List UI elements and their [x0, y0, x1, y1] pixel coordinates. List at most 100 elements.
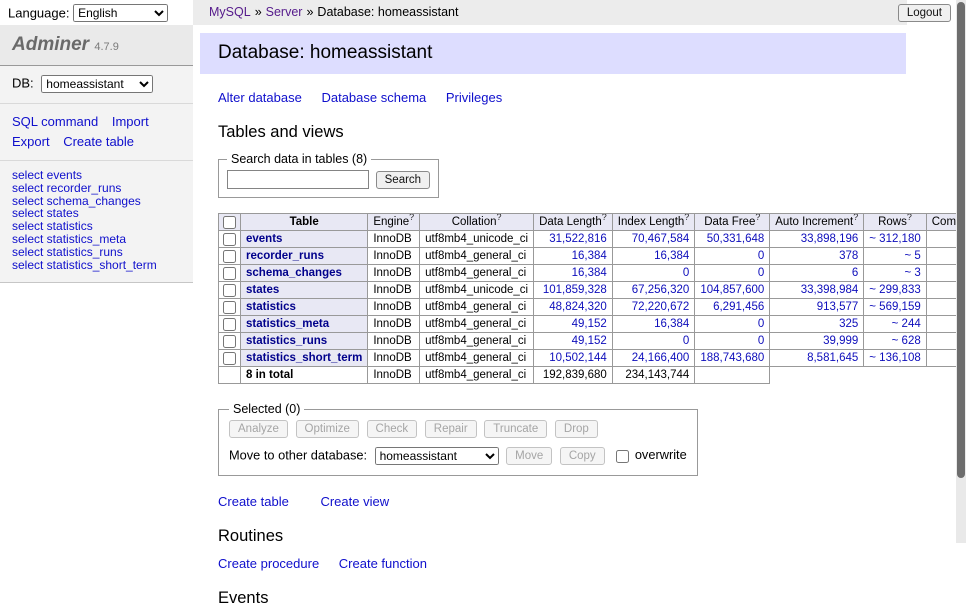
analyze-button[interactable]: Analyze [229, 420, 288, 438]
column-header-auto-increment: Auto Increment? [770, 214, 864, 231]
truncate-button[interactable]: Truncate [484, 420, 547, 438]
drop-button[interactable]: Drop [555, 420, 598, 438]
collation-cell: utf8mb4_general_ci [420, 316, 534, 333]
rows-count-link[interactable]: ~ 299,833 [869, 284, 920, 296]
column-help-link[interactable]: ? [853, 214, 858, 223]
row-checkbox[interactable] [223, 284, 236, 297]
row-checkbox[interactable] [223, 335, 236, 348]
select-all-checkbox[interactable] [223, 216, 236, 229]
table-link[interactable]: schema_changes [246, 267, 342, 279]
import-link[interactable]: Import [112, 114, 149, 129]
data-length-cell: 49,152 [534, 333, 613, 350]
rows-count-link[interactable]: ~ 569,159 [869, 301, 920, 313]
table-row: schema_changes InnoDB utf8mb4_general_ci… [219, 265, 966, 282]
column-help-link[interactable]: ? [409, 214, 414, 223]
column-help-link[interactable]: ? [907, 214, 912, 223]
scrollbar-thumb[interactable] [957, 2, 965, 478]
rows-count-link[interactable]: ~ 3 [904, 267, 920, 279]
app-title: Adminer 4.7.9 [0, 25, 193, 66]
table-link[interactable]: statistics_runs [246, 335, 327, 347]
row-checkbox[interactable] [223, 352, 236, 365]
row-checkbox[interactable] [223, 318, 236, 331]
move-database-select[interactable]: homeassistant [375, 447, 499, 465]
data-free-cell: 0 [695, 248, 770, 265]
alter-database-link[interactable]: Alter database [218, 90, 302, 105]
index-length-cell: 16,384 [612, 316, 695, 333]
language-select[interactable]: English [73, 4, 168, 22]
rows-count-link[interactable]: ~ 136,108 [869, 352, 920, 364]
optimize-button[interactable]: Optimize [296, 420, 359, 438]
scrollbar[interactable] [956, 0, 966, 543]
rows-count-link[interactable]: ~ 244 [892, 318, 921, 330]
row-checkbox[interactable] [223, 267, 236, 280]
engine-cell: InnoDB [368, 265, 420, 282]
create-links-row: Create table Create view [218, 494, 906, 509]
breadcrumb: MySQL»Server»Database: homeassistant [193, 0, 907, 25]
table-link[interactable]: statistics_short_term [246, 352, 362, 364]
table-link[interactable]: events [246, 233, 282, 245]
logout-button[interactable]: Logout [898, 4, 951, 22]
sidebar-item-select-recorder-runs[interactable]: select recorder_runs [12, 182, 181, 195]
table-row: recorder_runs InnoDB utf8mb4_general_ci … [219, 248, 966, 265]
search-input[interactable] [227, 170, 369, 189]
privileges-link[interactable]: Privileges [446, 90, 502, 105]
sidebar-item-select-statistics-runs[interactable]: select statistics_runs [12, 246, 181, 259]
column-help-link[interactable]: ? [755, 214, 760, 223]
index-length-cell: 67,256,320 [612, 282, 695, 299]
rows-count-cell: ~ 628 [864, 333, 926, 350]
row-checkbox[interactable] [223, 233, 236, 246]
rows-count-link[interactable]: ~ 312,180 [869, 233, 920, 245]
sql-command-link[interactable]: SQL command [12, 114, 98, 129]
total-engine-cell: InnoDB [368, 367, 420, 384]
table-total-row: 8 in total InnoDB utf8mb4_general_ci 192… [219, 367, 966, 384]
breadcrumb-server-link[interactable]: Server [266, 5, 303, 19]
create-function-link[interactable]: Create function [339, 556, 427, 571]
repair-button[interactable]: Repair [425, 420, 477, 438]
column-help-link[interactable]: ? [602, 214, 607, 223]
row-checkbox[interactable] [223, 301, 236, 314]
search-button[interactable]: Search [376, 171, 430, 189]
sidebar-item-select-events[interactable]: select events [12, 169, 181, 182]
table-link[interactable]: states [246, 284, 279, 296]
breadcrumb-mysql-link[interactable]: MySQL [209, 5, 251, 19]
rows-count-link[interactable]: ~ 5 [904, 250, 920, 262]
sidebar-item-select-statistics-short-term[interactable]: select statistics_short_term [12, 259, 181, 272]
db-label: DB: [12, 75, 34, 90]
column-help-link[interactable]: ? [496, 214, 501, 223]
auto-increment-cell: 325 [770, 316, 864, 333]
table-row: states InnoDB utf8mb4_unicode_ci 101,859… [219, 282, 966, 299]
create-table-link[interactable]: Create table [63, 134, 134, 149]
auto-increment-cell: 378 [770, 248, 864, 265]
auto-increment-cell: 6 [770, 265, 864, 282]
copy-button[interactable]: Copy [560, 447, 605, 465]
row-checkbox[interactable] [223, 250, 236, 263]
rows-count-link[interactable]: ~ 628 [892, 335, 921, 347]
db-select[interactable]: homeassistant [41, 75, 153, 93]
engine-cell: InnoDB [368, 231, 420, 248]
create-view-link[interactable]: Create view [320, 494, 389, 509]
page-title: Database: homeassistant [200, 33, 906, 74]
create-table-link-main[interactable]: Create table [218, 494, 289, 509]
create-procedure-link[interactable]: Create procedure [218, 556, 319, 571]
database-schema-link[interactable]: Database schema [321, 90, 426, 105]
column-help-link[interactable]: ? [684, 214, 689, 223]
rows-count-cell: ~ 299,833 [864, 282, 926, 299]
rows-count-cell: ~ 136,108 [864, 350, 926, 367]
check-button[interactable]: Check [367, 420, 418, 438]
sidebar-item-select-statistics-meta[interactable]: select statistics_meta [12, 233, 181, 246]
collation-cell: utf8mb4_unicode_ci [420, 231, 534, 248]
export-link[interactable]: Export [12, 134, 50, 149]
table-link[interactable]: statistics [246, 301, 296, 313]
overwrite-checkbox[interactable] [616, 450, 629, 463]
table-link[interactable]: recorder_runs [246, 250, 324, 262]
move-button[interactable]: Move [506, 447, 552, 465]
data-length-cell: 31,522,816 [534, 231, 613, 248]
table-link[interactable]: statistics_meta [246, 318, 329, 330]
index-length-cell: 24,166,400 [612, 350, 695, 367]
column-header-engine: Engine? [368, 214, 420, 231]
adminer-logo-link[interactable]: Adminer [12, 34, 89, 55]
rows-count-cell: ~ 312,180 [864, 231, 926, 248]
table-row: events InnoDB utf8mb4_unicode_ci 31,522,… [219, 231, 966, 248]
tables-section-title: Tables and views [218, 123, 906, 142]
total-empty-region [770, 367, 966, 384]
